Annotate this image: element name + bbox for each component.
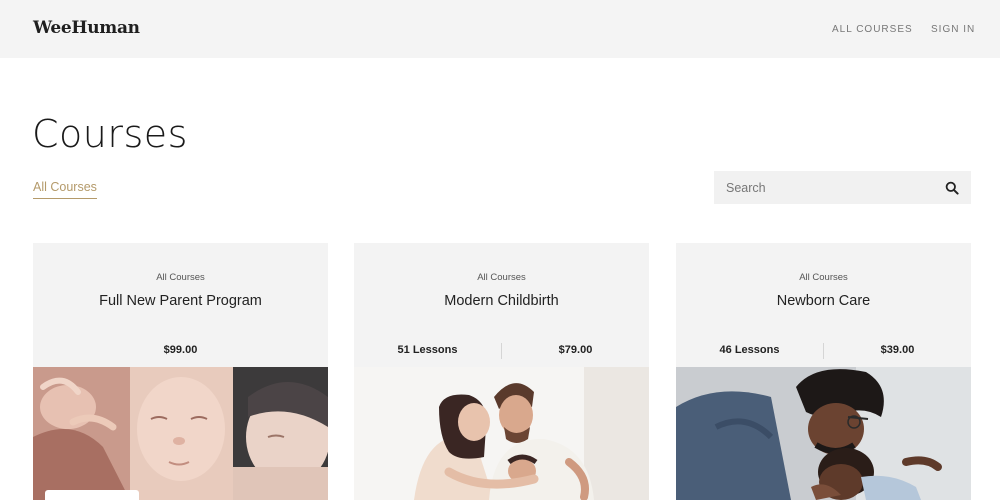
course-lessons-count: 51 Lessons (397, 344, 458, 356)
course-title[interactable]: Modern Childbirth (354, 293, 649, 309)
course-card[interactable]: All Courses Newborn Care 46 Lessons $39.… (676, 243, 971, 500)
search-icon[interactable] (945, 181, 959, 195)
nav-all-courses-link[interactable]: ALL COURSES (832, 24, 913, 35)
course-tag (45, 490, 139, 500)
tab-all-courses[interactable]: All Courses (33, 180, 97, 199)
course-image[interactable] (676, 367, 971, 500)
course-card[interactable]: All Courses Modern Childbirth 51 Lessons… (354, 243, 649, 500)
search-box (714, 171, 971, 204)
course-image[interactable] (354, 367, 649, 500)
search-input[interactable] (714, 171, 934, 204)
page-title: Courses (32, 112, 188, 156)
course-meta: 46 Lessons $39.00 (676, 343, 971, 359)
course-lessons-count: 46 Lessons (719, 344, 780, 356)
course-price: $79.00 (558, 344, 593, 356)
course-meta: $99.00 (33, 343, 328, 359)
course-price: $39.00 (880, 344, 915, 356)
course-meta: 51 Lessons $79.00 (354, 343, 649, 359)
top-navbar: WeeHuman ALL COURSES SIGN IN (0, 0, 1000, 58)
course-image[interactable] (33, 367, 328, 500)
course-category[interactable]: All Courses (676, 272, 971, 283)
course-title[interactable]: Newborn Care (676, 293, 971, 309)
course-title[interactable]: Full New Parent Program (33, 293, 328, 309)
course-card[interactable]: All Courses Full New Parent Program $99.… (33, 243, 328, 500)
course-price: $99.00 (163, 344, 198, 356)
nav-sign-in-link[interactable]: SIGN IN (931, 24, 975, 35)
course-category[interactable]: All Courses (33, 272, 328, 283)
course-category[interactable]: All Courses (354, 272, 649, 283)
logo[interactable]: WeeHuman (33, 18, 140, 38)
